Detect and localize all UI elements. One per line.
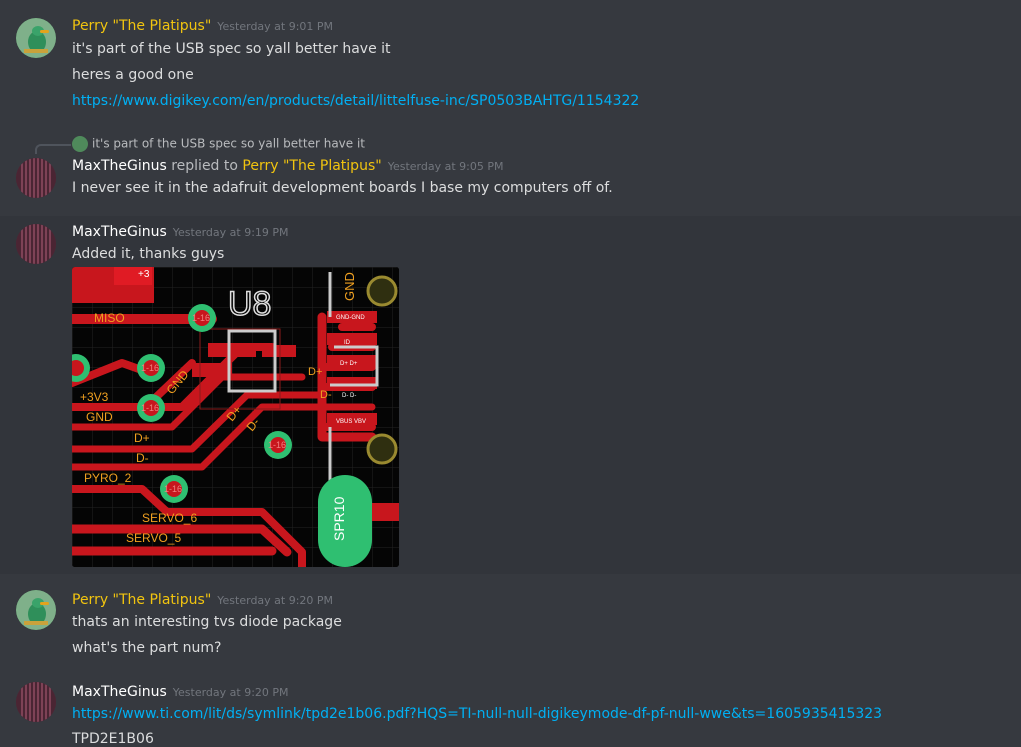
author-name[interactable]: MaxTheGinus bbox=[72, 224, 167, 240]
pcb-label-dminus: D- bbox=[136, 451, 149, 465]
pcb-label-dd-plus: D+ D+ bbox=[340, 361, 358, 367]
avatar-icon bbox=[16, 224, 56, 264]
avatar[interactable] bbox=[16, 682, 56, 722]
timestamp: Yesterday at 9:19 PM bbox=[172, 226, 289, 239]
pcb-label-gnd: GND bbox=[86, 410, 113, 424]
pcb-label-dplus-pad: D+ bbox=[308, 366, 322, 378]
message-link[interactable]: https://www.digikey.com/en/products/deta… bbox=[72, 93, 639, 109]
timestamp: Yesterday at 9:05 PM bbox=[387, 160, 504, 173]
pcb-label-dplus: D+ bbox=[134, 431, 150, 445]
pcb-label-plus3: +3 bbox=[138, 269, 150, 280]
message-text: thats an interesting tvs diode package bbox=[72, 614, 342, 630]
message-text: heres a good one bbox=[72, 67, 194, 83]
via-label: 1-16 bbox=[164, 484, 182, 494]
reply-reference[interactable]: it's part of the USB spec so yall better… bbox=[72, 136, 365, 152]
message-text: Added it, thanks guys bbox=[72, 246, 225, 262]
platypus-avatar-icon bbox=[16, 590, 56, 630]
pcb-label-dd-minus: D- D- bbox=[342, 393, 356, 399]
message-text: TPD2E1B06 bbox=[72, 731, 154, 747]
avatar-icon bbox=[16, 158, 56, 198]
message-text: I never see it in the adafruit developme… bbox=[72, 180, 613, 196]
via-label: 1-16 bbox=[141, 363, 159, 373]
author-name[interactable]: MaxTheGinus bbox=[72, 684, 167, 700]
message-text: it's part of the USB spec so yall better… bbox=[72, 41, 391, 57]
author-name[interactable]: Perry "The Platipus" bbox=[72, 18, 211, 34]
pcb-label-servo5: SERVO_5 bbox=[126, 531, 181, 545]
message-group: Perry "The Platipus" Yesterday at 9:20 PM… bbox=[0, 582, 1021, 662]
via-label: 1-16 bbox=[268, 440, 286, 450]
avatar[interactable] bbox=[16, 18, 56, 58]
message-text: what's the part num? bbox=[72, 640, 222, 656]
message-group: MaxTheGinus Yesterday at 9:20 PM https://… bbox=[0, 674, 1021, 747]
pcb-label-spr: SPR10 bbox=[331, 496, 347, 541]
replied-to-author[interactable]: Perry "The Platipus" bbox=[242, 158, 381, 174]
message-link[interactable]: https://www.ti.com/lit/ds/symlink/tpd2e1… bbox=[72, 706, 882, 722]
author-name[interactable]: Perry "The Platipus" bbox=[72, 592, 211, 608]
message-group: it's part of the USB spec so yall better… bbox=[0, 128, 1021, 216]
avatar[interactable] bbox=[16, 224, 56, 264]
pcb-label-gnd-vert: GND bbox=[342, 272, 357, 301]
pcb-label-gnd-gnd: GND-GND bbox=[336, 315, 365, 321]
message-header: MaxTheGinus Yesterday at 9:20 PM bbox=[72, 684, 289, 700]
author-name[interactable]: MaxTheGinus bbox=[72, 158, 167, 174]
timestamp: Yesterday at 9:20 PM bbox=[217, 594, 334, 607]
pcb-label-id: ID bbox=[344, 340, 351, 346]
pcb-label-3v3: +3V3 bbox=[80, 390, 109, 404]
via-label: 1-16 bbox=[141, 403, 159, 413]
timestamp: Yesterday at 9:01 PM bbox=[217, 20, 334, 33]
pcb-label-miso: MISO bbox=[94, 311, 125, 325]
message-header: MaxTheGinus Yesterday at 9:19 PM bbox=[72, 224, 289, 240]
reply-preview-text: it's part of the USB spec so yall better… bbox=[92, 136, 366, 151]
pcb-label-vbus: VBUS VBV bbox=[336, 419, 366, 425]
avatar bbox=[72, 136, 88, 152]
pcb-label-pyro2: PYRO_2 bbox=[84, 471, 132, 485]
message-header: MaxTheGinus replied to Perry "The Platip… bbox=[72, 158, 503, 174]
avatar[interactable] bbox=[16, 590, 56, 630]
pcb-layout-image: MISO +3V3 GND D+ D- PYRO_2 SERVO_6 SERVO… bbox=[72, 267, 399, 567]
message-header: Perry "The Platipus" Yesterday at 9:20 PM bbox=[72, 592, 333, 608]
timestamp: Yesterday at 9:20 PM bbox=[172, 686, 289, 699]
avatar[interactable] bbox=[16, 158, 56, 198]
message-header: Perry "The Platipus" Yesterday at 9:01 PM bbox=[72, 18, 333, 34]
avatar-icon bbox=[16, 682, 56, 722]
pcb-label-dminus-pad: D- bbox=[320, 389, 332, 401]
replied-to-label: replied to bbox=[171, 158, 238, 174]
pcb-label-servo6: SERVO_6 bbox=[142, 511, 197, 525]
platypus-avatar-icon bbox=[16, 18, 56, 58]
pcb-label-u8: U8 bbox=[228, 285, 271, 323]
message-group: Perry "The Platipus" Yesterday at 9:01 PM… bbox=[0, 10, 1021, 120]
pcb-image-attachment[interactable]: MISO +3V3 GND D+ D- PYRO_2 SERVO_6 SERVO… bbox=[72, 267, 399, 567]
via-label: 1-16 bbox=[192, 313, 210, 323]
reply-spine bbox=[35, 144, 71, 154]
